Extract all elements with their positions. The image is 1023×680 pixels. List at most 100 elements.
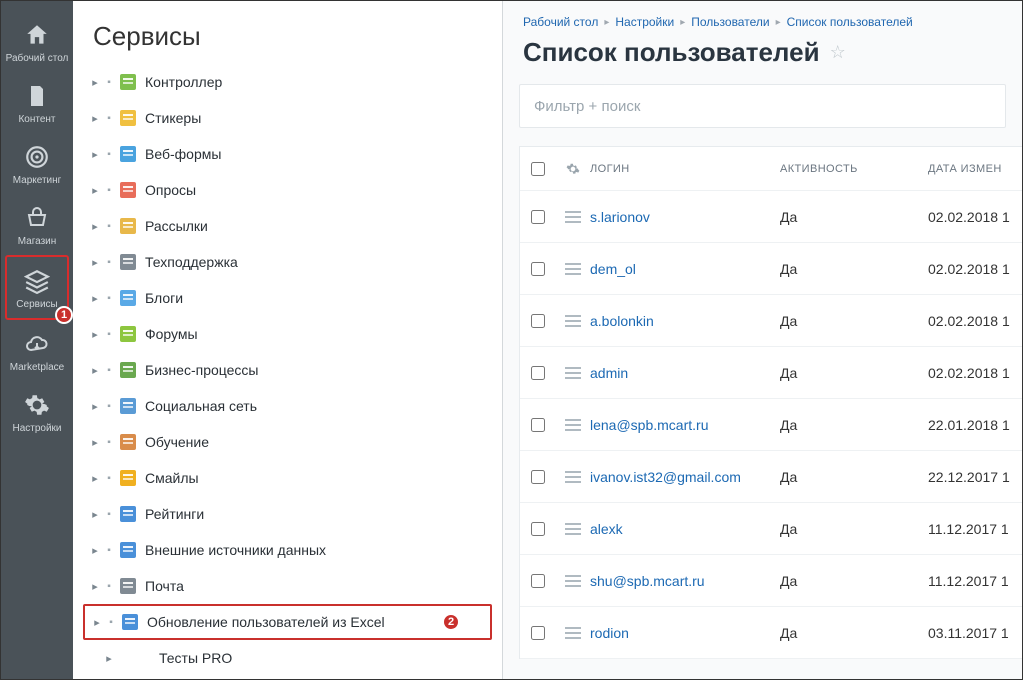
expand-arrow-icon[interactable]: ▸: [87, 544, 103, 557]
row-checkbox[interactable]: [531, 626, 545, 640]
login-link[interactable]: s.larionov: [590, 209, 650, 225]
service-item[interactable]: ▸▪Стикеры: [83, 100, 492, 136]
bullet-icon: ▪: [103, 401, 115, 412]
nav-item-desktop[interactable]: Рабочий стол: [5, 11, 69, 72]
bullet-icon: ▪: [103, 113, 115, 124]
login-link[interactable]: dem_ol: [590, 261, 636, 277]
services-tree: ▸▪Контроллер▸▪Стикеры▸▪Веб-формы▸▪Опросы…: [73, 64, 502, 679]
row-checkbox[interactable]: [531, 522, 545, 536]
row-menu-icon[interactable]: [565, 523, 581, 535]
service-item[interactable]: ▸▪Опросы: [83, 172, 492, 208]
date-cell: 02.02.2018 1: [928, 365, 1022, 381]
bullet-icon: ▪: [103, 365, 115, 376]
bullet-icon: ▪: [103, 257, 115, 268]
service-item[interactable]: ▸▪Внешние источники данных: [83, 532, 492, 568]
nav-item-content[interactable]: Контент: [5, 72, 69, 133]
header-activity[interactable]: АКТИВНОСТЬ: [780, 163, 928, 175]
header-gear-cell[interactable]: [556, 162, 590, 176]
expand-arrow-icon[interactable]: ▸: [87, 400, 103, 413]
header-date[interactable]: ДАТА ИЗМЕН: [928, 163, 1022, 175]
table-row: dem_olДа02.02.2018 1: [520, 243, 1022, 295]
service-item[interactable]: ▸▪Обновление пользователей из Excel2: [83, 604, 492, 640]
bullet-icon: ▪: [103, 293, 115, 304]
row-checkbox[interactable]: [531, 210, 545, 224]
row-menu-icon[interactable]: [565, 263, 581, 275]
bullet-icon: ▪: [103, 581, 115, 592]
service-label: Блоги: [145, 290, 183, 306]
expand-arrow-icon[interactable]: ▸: [87, 580, 103, 593]
expand-arrow-icon[interactable]: ▸: [87, 184, 103, 197]
row-menu-icon[interactable]: [565, 211, 581, 223]
service-item[interactable]: ▸▪Форумы: [83, 316, 492, 352]
service-label: Рассылки: [145, 218, 208, 234]
row-checkbox[interactable]: [531, 262, 545, 276]
row-menu-icon[interactable]: [565, 419, 581, 431]
expand-arrow-icon[interactable]: ▸: [87, 112, 103, 125]
nav-item-settings[interactable]: Настройки: [5, 381, 69, 442]
activity-cell: Да: [780, 521, 928, 537]
expand-arrow-icon[interactable]: ▸: [87, 436, 103, 449]
bullet-icon: ▪: [103, 509, 115, 520]
login-link[interactable]: a.bolonkin: [590, 313, 654, 329]
service-item[interactable]: ▸▪Техподдержка: [83, 244, 492, 280]
gear-icon: [566, 162, 580, 176]
expand-arrow-icon[interactable]: ▸: [101, 652, 117, 665]
expand-arrow-icon[interactable]: ▸: [87, 364, 103, 377]
favorite-star-icon[interactable]: ☆: [830, 42, 846, 63]
chevron-right-icon: ▸: [776, 17, 781, 28]
select-all-checkbox[interactable]: [531, 162, 545, 176]
row-checkbox[interactable]: [531, 574, 545, 588]
login-link[interactable]: admin: [590, 365, 628, 381]
login-link[interactable]: rodion: [590, 625, 629, 641]
service-item[interactable]: ▸▪Рейтинги: [83, 496, 492, 532]
breadcrumb-link[interactable]: Рабочий стол: [523, 15, 598, 29]
chevron-right-icon: ▸: [604, 17, 609, 28]
breadcrumb-link[interactable]: Список пользователей: [787, 15, 913, 29]
breadcrumb-link[interactable]: Пользователи: [691, 15, 769, 29]
service-item[interactable]: ▸▪Веб-формы: [83, 136, 492, 172]
expand-arrow-icon[interactable]: ▸: [87, 76, 103, 89]
service-item[interactable]: ▸▪Смайлы: [83, 460, 492, 496]
expand-arrow-icon[interactable]: ▸: [87, 148, 103, 161]
row-menu-icon[interactable]: [565, 315, 581, 327]
row-menu-icon[interactable]: [565, 367, 581, 379]
expand-arrow-icon[interactable]: ▸: [89, 616, 105, 629]
row-checkbox[interactable]: [531, 418, 545, 432]
login-link[interactable]: shu@spb.mcart.ru: [590, 573, 705, 589]
service-item[interactable]: ▸▪Тесты PRO: [83, 640, 492, 676]
service-item[interactable]: ▸▪ Блоги: [83, 280, 492, 316]
header-login[interactable]: ЛОГИН: [590, 163, 780, 175]
service-item[interactable]: ▸▪Социальная сеть: [83, 388, 492, 424]
service-item[interactable]: ▸▪ Почта: [83, 568, 492, 604]
service-item[interactable]: ▸▪Бизнес-процессы: [83, 352, 492, 388]
login-link[interactable]: lena@spb.mcart.ru: [590, 417, 708, 433]
expand-arrow-icon[interactable]: ▸: [87, 220, 103, 233]
expand-arrow-icon[interactable]: ▸: [87, 328, 103, 341]
row-menu-icon[interactable]: [565, 575, 581, 587]
nav-label: Магазин: [18, 236, 57, 247]
filter-search-input[interactable]: Фильтр + поиск: [519, 84, 1006, 128]
expand-arrow-icon[interactable]: ▸: [87, 292, 103, 305]
row-checkbox[interactable]: [531, 366, 545, 380]
expand-arrow-icon[interactable]: ▸: [87, 256, 103, 269]
service-label: Форумы: [145, 326, 198, 342]
login-link[interactable]: alexk: [590, 521, 623, 537]
service-item[interactable]: ▸▪Контроллер: [83, 64, 492, 100]
date-cell: 22.01.2018 1: [928, 417, 1022, 433]
nav-item-marketing[interactable]: Маркетинг: [5, 133, 69, 194]
breadcrumb-link[interactable]: Настройки: [615, 15, 674, 29]
service-item[interactable]: ▸▪Обучение: [83, 424, 492, 460]
row-menu-icon[interactable]: [565, 627, 581, 639]
expand-arrow-icon[interactable]: ▸: [87, 472, 103, 485]
service-label: Почта: [145, 578, 184, 594]
login-link[interactable]: ivanov.ist32@gmail.com: [590, 469, 741, 485]
row-checkbox[interactable]: [531, 314, 545, 328]
service-item[interactable]: ▸▪Рассылки: [83, 208, 492, 244]
nav-item-marketplace[interactable]: Marketplace: [5, 320, 69, 381]
nav-item-shop[interactable]: Магазин: [5, 194, 69, 255]
expand-arrow-icon[interactable]: ▸: [87, 508, 103, 521]
row-checkbox[interactable]: [531, 470, 545, 484]
nav-item-services[interactable]: Сервисы1: [5, 255, 69, 320]
row-menu-icon[interactable]: [565, 471, 581, 483]
service-label: Смайлы: [145, 470, 199, 486]
